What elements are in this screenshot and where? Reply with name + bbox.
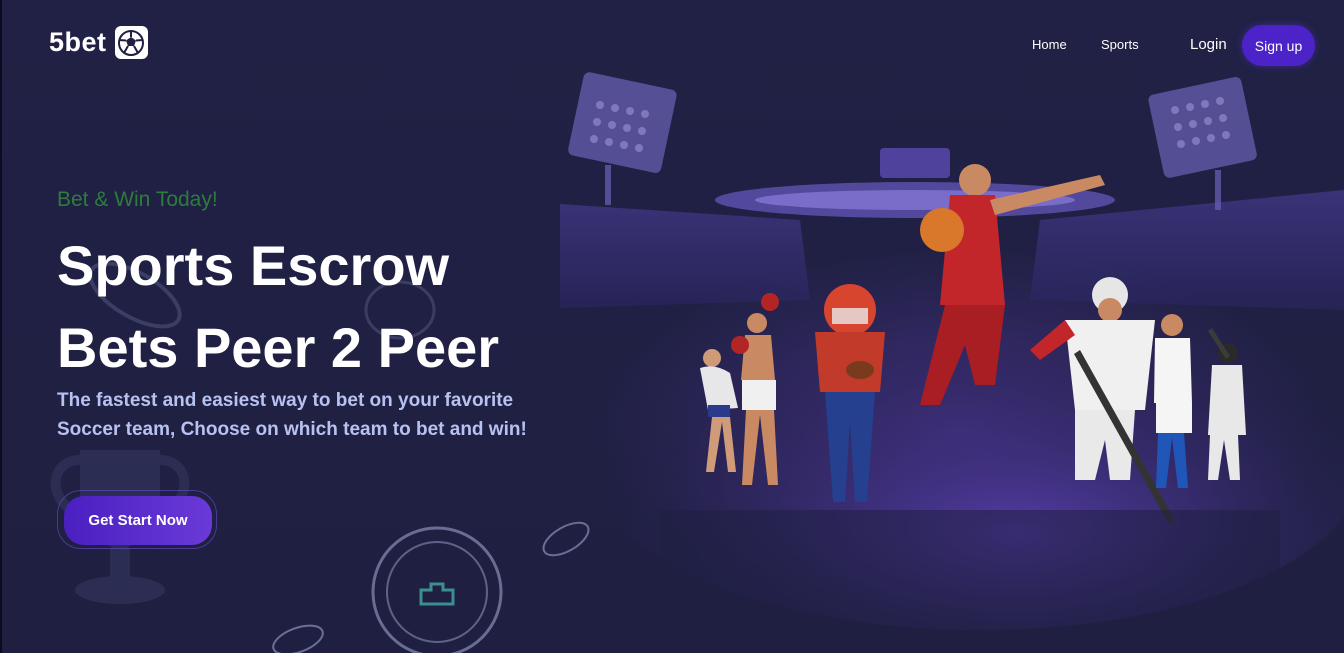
nav-sports[interactable]: Sports [1101, 37, 1139, 52]
soccer-ball-icon [114, 26, 148, 59]
brand-logo[interactable]: 5bet [49, 26, 148, 59]
brand-name: 5bet [49, 27, 107, 57]
hero-eyebrow: Bet & Win Today! [57, 188, 218, 211]
hero-subtext: The fastest and easiest way to bet on yo… [57, 386, 577, 444]
get-started-button[interactable]: Get Start Now [64, 496, 212, 545]
headline-line-2: Bets Peer 2 Peer [57, 316, 500, 379]
athletes-illustration [560, 72, 1344, 630]
window-edge [0, 0, 2, 653]
nav-home[interactable]: Home [1032, 37, 1067, 52]
cta-outline: Get Start Now [57, 490, 217, 549]
signup-button[interactable]: Sign up [1242, 25, 1315, 66]
coin-icon [272, 624, 324, 653]
landing-page: 5bet Home Sports Login Sign up Bet & Win… [0, 0, 1344, 653]
login-link[interactable]: Login [1190, 36, 1227, 53]
coin-icon [371, 526, 503, 653]
subtext-line-2: Soccer team, Choose on which team to bet… [57, 419, 527, 440]
subtext-line-1: The fastest and easiest way to bet on yo… [57, 390, 514, 411]
headline-line-1: Sports Escrow [57, 234, 450, 297]
hero-headline: Sports Escrow Bets Peer 2 Peer [57, 225, 677, 389]
site-header: 5bet Home Sports Login Sign up [0, 0, 1344, 90]
